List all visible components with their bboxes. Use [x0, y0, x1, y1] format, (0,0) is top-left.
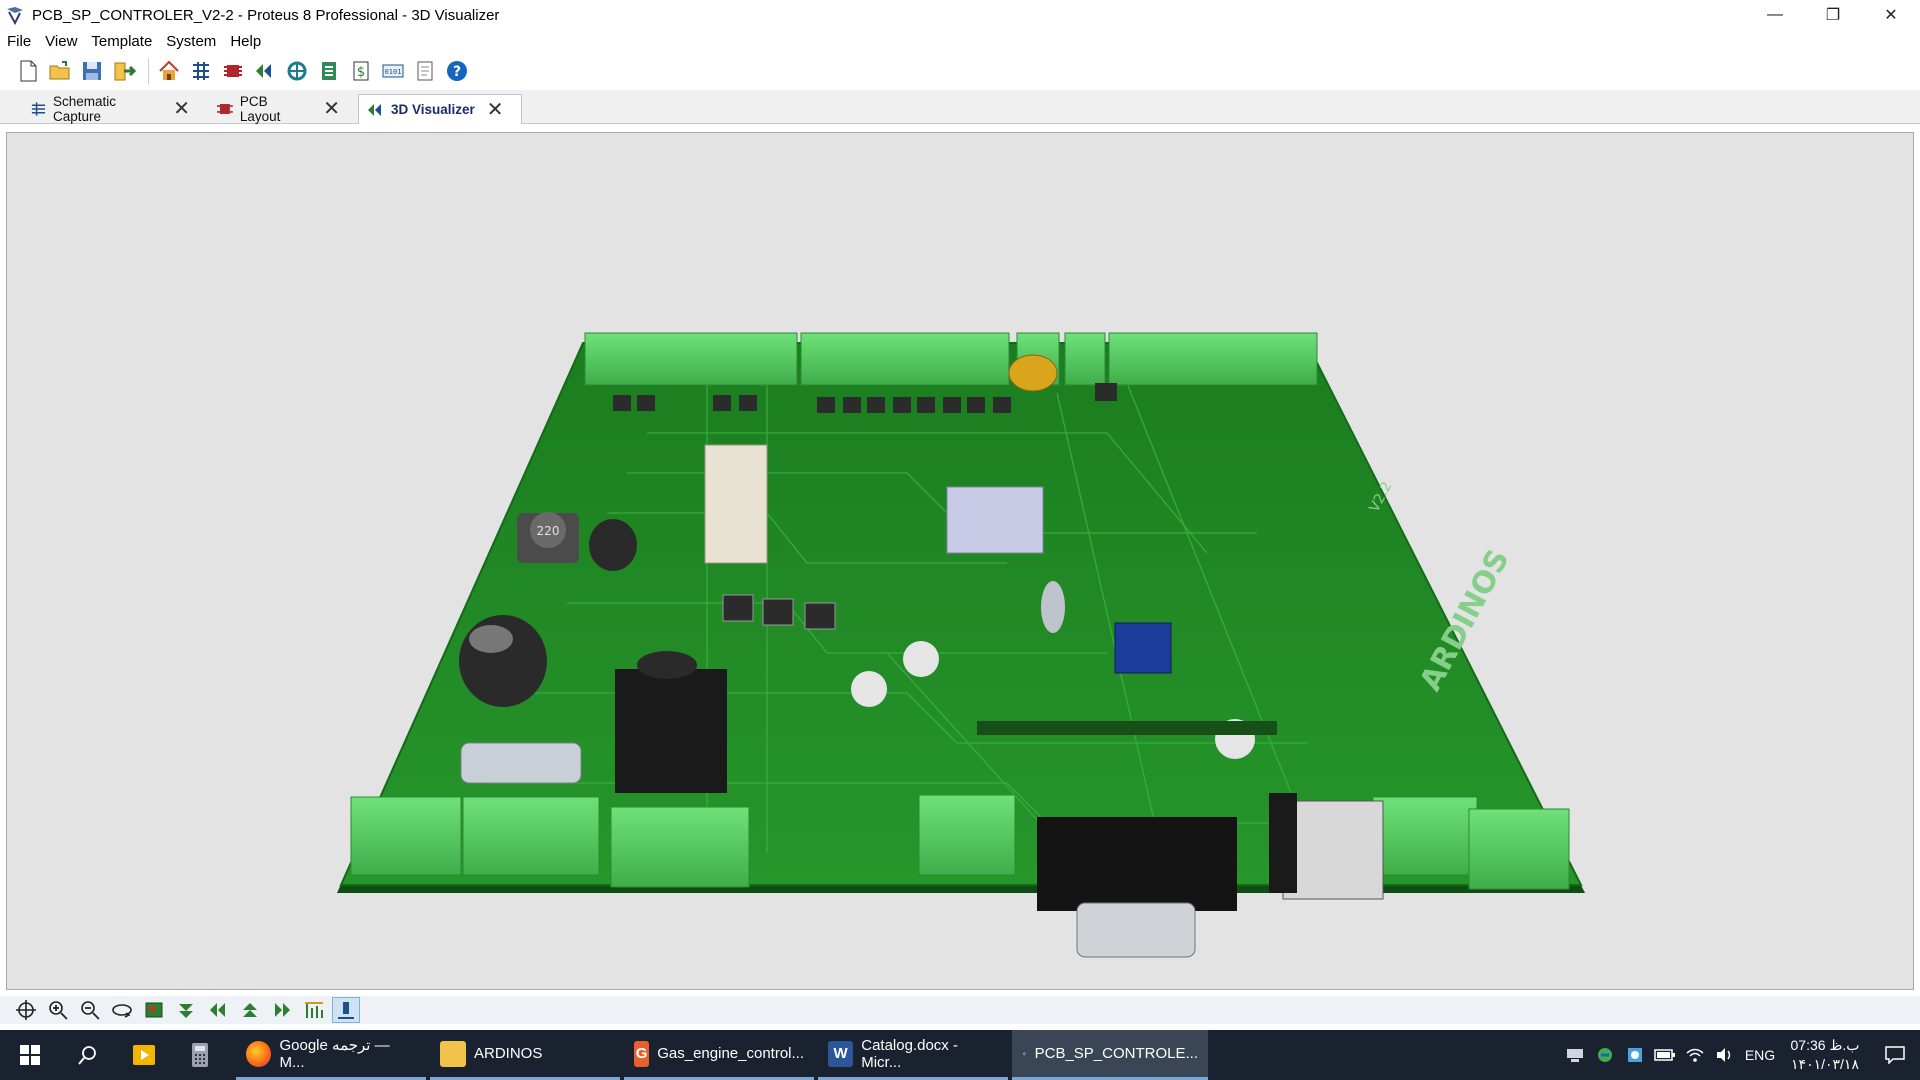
menu-file[interactable]: File — [0, 33, 38, 50]
clock-date: ۱۴۰۱/۰۳/۱۸ — [1791, 1056, 1859, 1072]
show-components-icon[interactable] — [332, 997, 360, 1023]
proteus-app-icon — [7, 7, 23, 26]
pinned-slides-app[interactable] — [116, 1030, 172, 1080]
pcb-icon[interactable] — [219, 57, 247, 85]
taskbar-app-proteus[interactable]: PCB_SP_CONTROLE... — [1012, 1030, 1208, 1080]
view-navigation-toolbar — [0, 996, 1920, 1024]
security-icon[interactable] — [1620, 1030, 1650, 1080]
close-tab-icon[interactable]: ✕ — [173, 99, 190, 119]
taskbar-app-pdf[interactable]: G Gas_engine_control... — [624, 1030, 814, 1080]
home-icon[interactable] — [155, 57, 183, 85]
windows-icon — [20, 1045, 40, 1065]
battery-icon[interactable] — [1650, 1030, 1680, 1080]
board-view-icon[interactable] — [140, 997, 168, 1023]
tab-3d-visualizer[interactable]: 3D Visualizer ✕ — [358, 94, 522, 124]
3d-visualizer-icon[interactable] — [251, 57, 279, 85]
gerber-viewer-icon[interactable] — [283, 57, 311, 85]
app-tray-icon[interactable] — [1590, 1030, 1620, 1080]
word-icon: W — [828, 1040, 854, 1067]
close-window-button[interactable]: ✕ — [1862, 0, 1920, 30]
open-folder-icon[interactable] — [46, 57, 74, 85]
main-toolbar: $ 0101 ? — [0, 54, 1920, 88]
pcb-3d-render: 220 ARDINOS V2.2 — [337, 332, 1585, 958]
svg-text:$: $ — [357, 65, 365, 80]
wifi-icon[interactable] — [1680, 1030, 1710, 1080]
tab-pcb-layout[interactable]: PCB Layout ✕ — [208, 94, 348, 124]
taskbar-app-label: PCB_SP_CONTROLE... — [1034, 1045, 1198, 1062]
save-icon[interactable] — [78, 57, 106, 85]
close-tab-icon[interactable]: ✕ — [487, 100, 504, 120]
menu-view[interactable]: View — [38, 33, 84, 50]
rotate-icon[interactable] — [108, 997, 136, 1023]
taskbar-app-label: Google ترجمه — M... — [279, 1037, 390, 1071]
taskbar-app-label: ARDINOS — [474, 1045, 543, 1062]
schematic-icon — [31, 102, 46, 116]
tab-label: 3D Visualizer — [391, 102, 475, 117]
pcb-icon — [216, 104, 233, 114]
import-icon[interactable] — [110, 57, 138, 85]
show-height-icon[interactable] — [300, 997, 328, 1023]
help-icon[interactable]: ? — [443, 57, 471, 85]
system-tray: ENG 07:36 ب.ظ ۱۴۰۱/۰۳/۱۸ — [1560, 1030, 1920, 1080]
zoom-out-icon[interactable] — [76, 997, 104, 1023]
pan-icon[interactable] — [12, 997, 40, 1023]
notes-icon[interactable] — [411, 57, 439, 85]
notifications-button[interactable] — [1870, 1030, 1920, 1080]
toolbar-separator — [148, 58, 149, 84]
close-tab-icon[interactable]: ✕ — [323, 99, 340, 119]
view-left-icon[interactable] — [236, 997, 264, 1023]
schematic-icon[interactable] — [187, 57, 215, 85]
zoom-in-icon[interactable] — [44, 997, 72, 1023]
slides-icon — [133, 1045, 155, 1065]
view-front-icon[interactable] — [204, 997, 232, 1023]
calculator-icon — [192, 1043, 208, 1067]
tab-schematic-capture[interactable]: Schematic Capture ✕ — [22, 94, 198, 124]
taskbar-app-firefox[interactable]: Google ترجمه — M... — [236, 1030, 426, 1080]
clock[interactable]: 07:36 ب.ظ ۱۴۰۱/۰۳/۱۸ — [1780, 1036, 1870, 1074]
pinned-calculator-app[interactable] — [172, 1030, 228, 1080]
taskbar-app-explorer[interactable]: ARDINOS — [430, 1030, 620, 1080]
minimize-button[interactable]: — — [1746, 0, 1804, 30]
search-button[interactable] — [60, 1030, 116, 1080]
clock-time: 07:36 ب.ظ — [1790, 1037, 1860, 1053]
taskbar-app-word[interactable]: W Catalog.docx - Micr... — [818, 1030, 1008, 1080]
menu-template[interactable]: Template — [84, 33, 159, 50]
taskbar-app-label: Gas_engine_control... — [657, 1045, 804, 1062]
design-explorer-icon[interactable]: $ — [347, 57, 375, 85]
svg-text:0101: 0101 — [385, 68, 402, 76]
tab-label: PCB Layout — [239, 94, 281, 124]
3d-viewport[interactable]: 220 ARDINOS V2.2 — [6, 132, 1914, 990]
pdf-icon: G — [634, 1040, 650, 1067]
start-button[interactable] — [0, 1030, 60, 1080]
view-right-icon[interactable] — [268, 997, 296, 1023]
menu-help[interactable]: Help — [223, 33, 268, 50]
title-bar: PCB_SP_CONTROLER_V2-2 - Proteus 8 Profes… — [0, 0, 1920, 30]
windows-taskbar: Google ترجمه — M... ARDINOS G Gas_engine… — [0, 1030, 1920, 1080]
proteus-icon — [1022, 1051, 1027, 1056]
folder-icon — [440, 1040, 466, 1067]
inductor-marking: 220 — [537, 524, 560, 538]
window-title: PCB_SP_CONTROLER_V2-2 - Proteus 8 Profes… — [32, 6, 500, 24]
bom-icon[interactable] — [315, 57, 343, 85]
restore-button[interactable]: ❐ — [1804, 0, 1862, 30]
new-file-icon[interactable] — [14, 57, 42, 85]
network-drive-icon[interactable] — [1560, 1030, 1590, 1080]
notification-icon — [1885, 1046, 1905, 1064]
taskbar-app-label: Catalog.docx - Micr... — [861, 1036, 958, 1071]
vsm-studio-icon[interactable]: 0101 — [379, 57, 407, 85]
3d-visualizer-icon — [368, 103, 381, 116]
firefox-icon — [246, 1040, 272, 1067]
menu-system[interactable]: System — [159, 33, 223, 50]
view-top-icon[interactable] — [172, 997, 200, 1023]
language-indicator[interactable]: ENG — [1740, 1047, 1780, 1063]
search-icon — [78, 1046, 96, 1065]
menu-bar: File View Template System Help — [0, 30, 1920, 52]
document-tabs: Schematic Capture ✕ PCB Layout ✕ 3D Visu… — [0, 90, 1920, 124]
svg-text:?: ? — [453, 64, 461, 80]
volume-icon[interactable] — [1710, 1030, 1740, 1080]
tab-label: Schematic Capture — [52, 94, 116, 124]
